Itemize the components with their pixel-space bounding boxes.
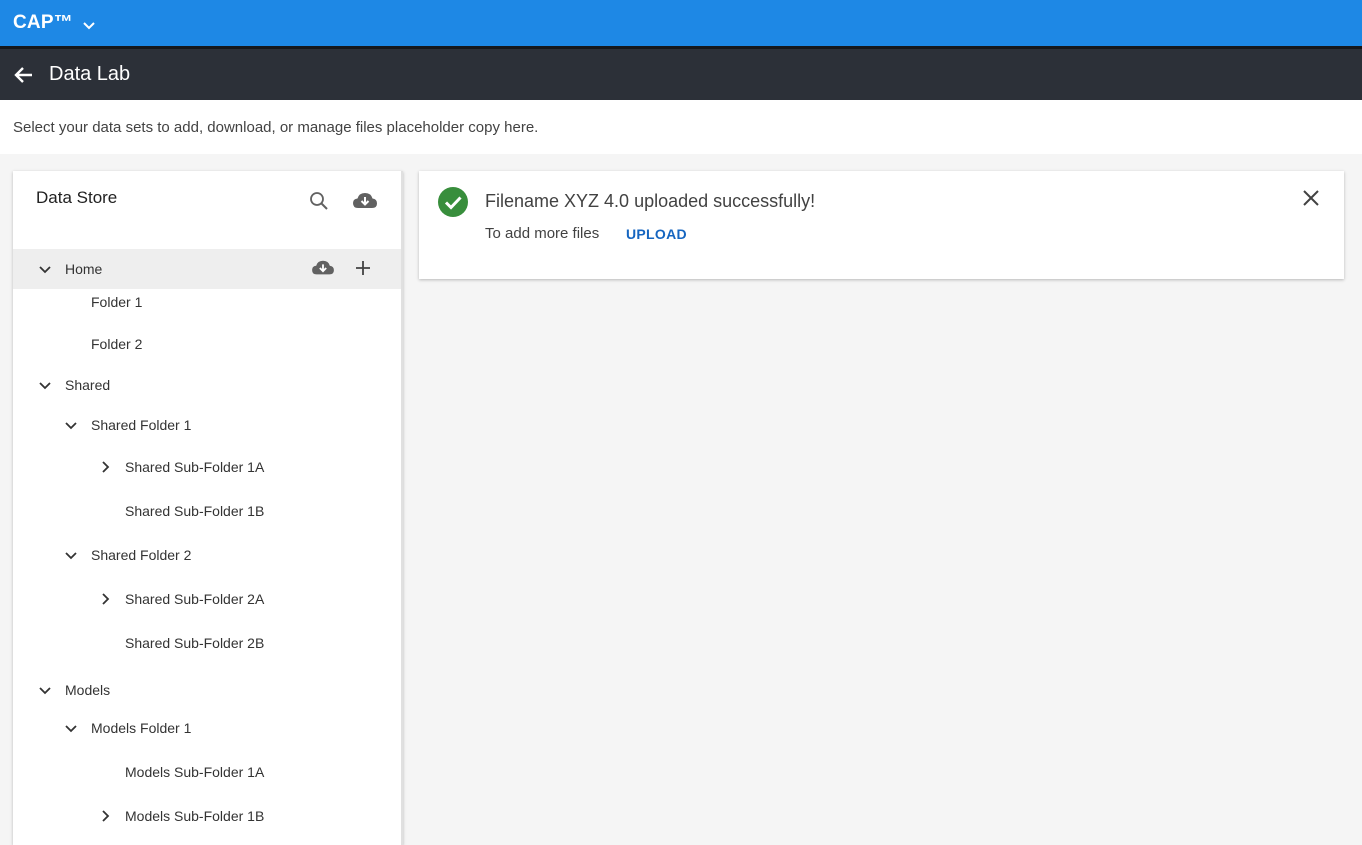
tree-item-label: Shared Sub-Folder 1B: [125, 503, 265, 519]
tree-item-label: Home: [65, 261, 103, 277]
tree-item-label: Shared Sub-Folder 1A: [125, 459, 265, 475]
tree-item[interactable]: Shared: [13, 365, 401, 405]
tree-item-label: Shared Folder 2: [91, 547, 192, 563]
chevron-right-icon[interactable]: [97, 459, 113, 475]
data-store-panel: Data Store Home Folder 1 Folder 2 Shared Sha…: [13, 171, 403, 845]
upload-link[interactable]: UPLOAD: [626, 226, 687, 242]
tree-item-label: Shared Sub-Folder 2B: [125, 635, 265, 651]
tree-item[interactable]: Models Sub-Folder 1B: [13, 796, 401, 836]
tree-item[interactable]: Folder 2: [13, 324, 401, 364]
chevron-down-icon[interactable]: [37, 682, 53, 698]
notification-subtext: To add more files: [485, 225, 600, 242]
upload-success-notification: Filename XYZ 4.0 uploaded successfully! …: [419, 171, 1344, 279]
tree-item[interactable]: Folder 1: [13, 282, 401, 322]
tree-item-label: Models: [65, 682, 111, 698]
notification-message: Filename XYZ 4.0 uploaded successfully!: [485, 191, 816, 211]
page-title: Data Lab: [49, 63, 131, 85]
tree-item[interactable]: Shared Sub-Folder 2B: [13, 623, 401, 663]
tree-item[interactable]: Models: [13, 670, 401, 710]
tree-item[interactable]: Shared Folder 2: [13, 535, 401, 575]
search-icon[interactable]: [309, 191, 329, 216]
chevron-down-icon[interactable]: [63, 720, 79, 736]
tree-item-label: Shared Folder 1: [91, 417, 192, 433]
tree-item-label: Folder 1: [91, 294, 143, 310]
panel-divider: [401, 171, 403, 845]
tree-item-label: Models Folder 1: [91, 720, 192, 736]
tree-item[interactable]: Models Folder 1: [13, 708, 401, 748]
chevron-down-icon[interactable]: [37, 261, 53, 277]
tree-item[interactable]: Shared Sub-Folder 1A: [13, 447, 401, 487]
tree-item-label: Shared Sub-Folder 2A: [125, 591, 265, 607]
description-text: Select your data sets to add, download, …: [13, 118, 539, 136]
plus-icon[interactable]: [354, 259, 372, 280]
arrow-left-icon[interactable]: [13, 64, 35, 86]
tree-item[interactable]: Shared Sub-Folder 2A: [13, 579, 401, 619]
tree-item-label: Models Sub-Folder 1A: [125, 764, 265, 780]
panel-title: Data Store: [36, 188, 118, 207]
tree-item[interactable]: Shared Folder 1: [13, 405, 401, 445]
tree-item[interactable]: Shared Sub-Folder 1B: [13, 491, 401, 531]
chevron-down-icon[interactable]: [81, 17, 97, 33]
tree-item[interactable]: Models Sub-Folder 1A: [13, 752, 401, 792]
page-header: Data Lab: [0, 46, 1362, 100]
top-app-bar: CAP™: [0, 0, 1362, 46]
chevron-down-icon[interactable]: [63, 547, 79, 563]
cloud-download-icon[interactable]: [311, 258, 335, 281]
app-brand[interactable]: CAP™: [13, 12, 73, 34]
chevron-down-icon[interactable]: [37, 377, 53, 393]
page-description: Select your data sets to add, download, …: [0, 100, 1362, 154]
chevron-down-icon[interactable]: [63, 417, 79, 433]
tree-item-label: Folder 2: [91, 336, 143, 352]
cloud-download-icon[interactable]: [352, 190, 378, 217]
chevron-right-icon[interactable]: [97, 808, 113, 824]
check-circle-icon: [437, 186, 469, 223]
tree-item-label: Models Sub-Folder 1B: [125, 808, 265, 824]
close-icon[interactable]: [1301, 188, 1321, 213]
tree-item-label: Shared: [65, 377, 111, 393]
chevron-right-icon[interactable]: [97, 591, 113, 607]
